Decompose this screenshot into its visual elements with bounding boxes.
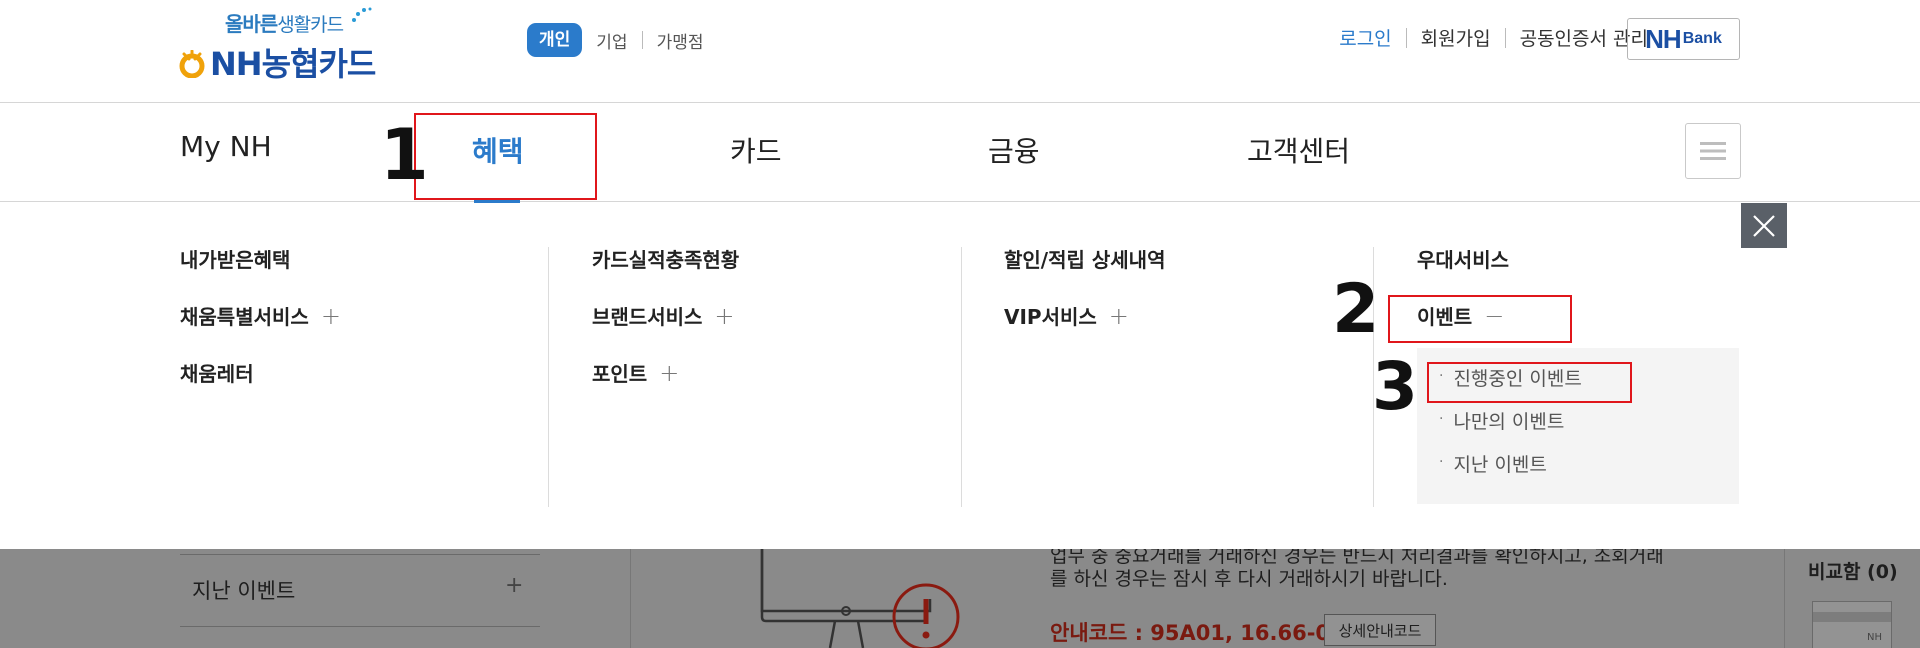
annotation-number-1: 1: [380, 114, 429, 196]
login-link[interactable]: 로그인: [1339, 24, 1391, 51]
menu-label: 할인/적립 상세내역: [1004, 248, 1166, 272]
nh-card-logo[interactable]: 올바른생활카드 NH농협카드: [178, 6, 408, 86]
logo-slogan: 올바른생활카드: [225, 8, 344, 37]
menu-column-2: 카드실적충족현황 브랜드서비스 + 포인트 +: [592, 247, 739, 418]
menu-discount-details[interactable]: 할인/적립 상세내역: [1004, 247, 1165, 304]
top-header: 올바른생활카드 NH농협카드 개인 기업 가맹점 로그인 회원가입 공동인증서 …: [0, 0, 1920, 103]
column-divider: [961, 247, 962, 507]
bg-compare-box-label[interactable]: 비교함 (0): [1808, 557, 1898, 584]
column-divider: [548, 247, 549, 507]
menu-performance-status[interactable]: 카드실적충족현황: [592, 247, 739, 304]
annotation-box-1: [414, 113, 597, 200]
utility-links: 로그인 회원가입 공동인증서 관리: [1339, 24, 1648, 51]
menu-chaeum-special[interactable]: 채움특별서비스 +: [180, 304, 341, 361]
submenu-past-events[interactable]: · 지난 이벤트: [1417, 450, 1739, 493]
expand-icon[interactable]: +: [505, 573, 523, 598]
bg-sidebar: 지난 이벤트 +: [180, 549, 540, 648]
submenu-label: 지난 이벤트: [1453, 454, 1547, 476]
menu-brand-service[interactable]: 브랜드서비스 +: [592, 304, 739, 361]
bg-divider: [630, 549, 631, 648]
nh-bank-label: Bank: [1682, 30, 1722, 47]
menu-label: VIP서비스: [1004, 305, 1097, 329]
annotation-number-3: 3: [1372, 348, 1418, 425]
bg-compare-card-stripe: [1813, 612, 1891, 622]
annotation-box-3: [1427, 362, 1632, 403]
annotation-box-2: [1388, 295, 1572, 343]
user-type-merchant[interactable]: 가맹점: [657, 28, 704, 53]
bg-detail-code-button[interactable]: 상세안내코드: [1324, 614, 1436, 646]
menu-column-1: 내가받은혜택 채움특별서비스 + 채움레터: [180, 247, 341, 418]
gnb-card[interactable]: 카드: [730, 130, 782, 170]
menu-label: 포인트: [592, 362, 648, 386]
mega-menu: 내가받은혜택 채움특별서비스 + 채움레터 카드실적충족현황 브랜드서비스 + 포인…: [0, 203, 1920, 549]
close-menu-button[interactable]: [1741, 203, 1787, 248]
nh-bank-button[interactable]: NH Bank: [1627, 18, 1740, 60]
submenu-my-events[interactable]: · 나만의 이벤트: [1417, 407, 1739, 450]
logo-dots-icon: [352, 7, 372, 22]
bg-guide-code: 안내코드 : 95A01, 16.66-01: [1050, 621, 1345, 645]
global-nav: My NH 혜택 카드 금융 고객센터: [0, 104, 1920, 203]
bg-divider: [1784, 549, 1785, 648]
nh-flower-icon: [179, 50, 205, 78]
divider: [641, 31, 643, 49]
user-type-personal[interactable]: 개인: [527, 23, 583, 57]
all-menu-button[interactable]: [1685, 123, 1741, 179]
nh-bank-mark: NH: [1645, 23, 1682, 54]
bg-notice-line-2: 를 하신 경우는 잠시 후 다시 거래하시기 바랍니다.: [1050, 568, 1448, 590]
menu-label: 채움레터: [180, 362, 254, 386]
menu-label: 우대서비스: [1417, 248, 1509, 272]
menu-label: 브랜드서비스: [592, 305, 703, 329]
divider: [1405, 27, 1407, 48]
expand-icon[interactable]: +: [659, 361, 679, 385]
menu-vip-service[interactable]: VIP서비스 +: [1004, 304, 1165, 361]
menu-label: 내가받은혜택: [180, 248, 291, 272]
logo-slogan-sub: 생활카드: [277, 14, 344, 36]
hamburger-icon: [1700, 142, 1726, 160]
user-type-switch: 개인 기업 가맹점: [527, 23, 703, 57]
gnb-my-nh[interactable]: My NH: [180, 130, 272, 163]
expand-icon[interactable]: +: [1109, 304, 1129, 328]
expand-icon[interactable]: +: [321, 304, 341, 328]
join-link[interactable]: 회원가입: [1421, 24, 1491, 51]
gnb-finance[interactable]: 금융: [988, 130, 1040, 170]
bg-compare-nh-text: NH: [1867, 632, 1882, 643]
menu-label: 채움특별서비스: [180, 305, 309, 329]
bg-sidebar-past-events[interactable]: 지난 이벤트: [192, 575, 295, 605]
gnb-customer-center[interactable]: 고객센터: [1247, 130, 1350, 170]
expand-icon[interactable]: +: [714, 304, 734, 328]
error-monitor-icon: [760, 549, 960, 648]
close-icon: [1753, 214, 1775, 237]
logo-main-text: NH농협카드: [210, 45, 376, 83]
submenu-label: 나만의 이벤트: [1453, 411, 1565, 433]
dimmed-page-overlay: 지난 이벤트 + 업무 중 중요거래를 거래하신 경우는 반드시 처리결과를 확…: [0, 549, 1920, 648]
menu-chaeum-letter[interactable]: 채움레터: [180, 361, 341, 418]
user-type-business[interactable]: 기업: [596, 28, 627, 53]
bg-row-divider: [180, 626, 540, 627]
menu-label: 카드실적충족현황: [592, 248, 740, 272]
menu-my-benefits[interactable]: 내가받은혜택: [180, 247, 341, 304]
bg-compare-card: NH: [1812, 601, 1892, 648]
menu-points[interactable]: 포인트 +: [592, 361, 739, 418]
divider: [1504, 27, 1506, 48]
bg-row-divider: [180, 554, 540, 555]
bullet-icon: ·: [1439, 454, 1444, 470]
bullet-icon: ·: [1439, 411, 1444, 427]
menu-column-3: 할인/적립 상세내역 VIP서비스 +: [1004, 247, 1165, 361]
annotation-number-2: 2: [1332, 270, 1380, 349]
logo-slogan-main: 올바른: [225, 12, 278, 36]
